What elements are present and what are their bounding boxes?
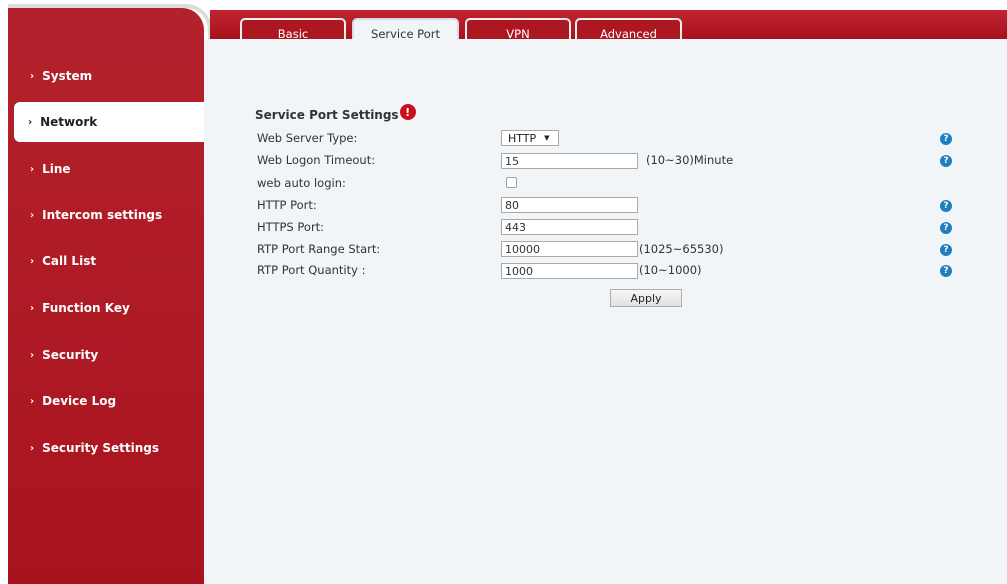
sidebar-item-label: Intercom settings	[42, 208, 163, 222]
chevron-right-icon: ›	[30, 349, 35, 361]
sidebar-item-label: Call List	[42, 254, 97, 268]
rtp-port-quantity-label: RTP Port Quantity :	[257, 263, 366, 277]
rtp-port-range-start-label: RTP Port Range Start:	[257, 242, 381, 256]
top-tab-bar: Basic Service Port VPN Advanced	[210, 10, 1007, 48]
chevron-right-icon: ›	[30, 302, 35, 314]
help-icon[interactable]: ?	[940, 222, 952, 234]
chevron-right-icon: ›	[28, 116, 33, 128]
rtp-port-range-start-input[interactable]	[501, 241, 638, 257]
https-port-input[interactable]	[501, 219, 638, 235]
sidebar-item-function-key[interactable]: › Function Key	[8, 288, 204, 328]
chevron-right-icon: ›	[30, 395, 35, 407]
sidebar-item-network[interactable]: › Network	[14, 102, 210, 142]
web-server-type-label: Web Server Type:	[257, 131, 358, 145]
sidebar: › System › Network › Line › Intercom set…	[8, 8, 210, 584]
chevron-right-icon: ›	[30, 209, 35, 221]
sidebar-item-device-log[interactable]: › Device Log	[8, 381, 204, 421]
help-icon[interactable]: ?	[940, 200, 952, 212]
sidebar-item-label: Device Log	[42, 394, 117, 408]
help-icon[interactable]: ?	[940, 244, 952, 256]
chevron-right-icon: ›	[30, 442, 35, 454]
sidebar-item-call-list[interactable]: › Call List	[8, 241, 204, 281]
web-auto-login-label: web auto login:	[257, 176, 346, 190]
sidebar-item-label: System	[42, 69, 93, 83]
chevron-right-icon: ›	[30, 255, 35, 267]
sidebar-item-label: Line	[42, 162, 71, 176]
rtp-port-quantity-hint: (10~1000)	[639, 263, 702, 277]
rtp-port-quantity-input[interactable]	[501, 263, 638, 279]
help-icon[interactable]: ?	[940, 155, 952, 167]
apply-button[interactable]: Apply	[610, 289, 682, 307]
section-title-text: Service Port Settings	[255, 108, 399, 122]
help-icon[interactable]: ?	[940, 133, 952, 145]
web-auto-login-checkbox[interactable]	[506, 177, 517, 188]
help-icon[interactable]: ?	[940, 265, 952, 277]
sidebar-item-label: Function Key	[42, 301, 130, 315]
chevron-right-icon: ›	[30, 163, 35, 175]
chevron-right-icon: ›	[30, 70, 35, 82]
section-title: Service Port Settings !	[255, 104, 416, 122]
sidebar-item-label: Network	[40, 115, 98, 129]
sidebar-item-intercom-settings[interactable]: › Intercom settings	[8, 195, 204, 235]
http-port-input[interactable]	[501, 197, 638, 213]
warning-icon: !	[399, 104, 416, 120]
sidebar-item-system[interactable]: › System	[8, 56, 204, 96]
web-logon-timeout-hint: (10~30)Minute	[646, 153, 734, 167]
dropdown-arrow-icon: ▼	[544, 134, 550, 142]
web-server-type-value: HTTP	[508, 131, 537, 145]
sidebar-item-security[interactable]: › Security	[8, 335, 204, 375]
sidebar-item-label: Security	[42, 348, 99, 362]
sidebar-item-line[interactable]: › Line	[8, 149, 204, 189]
web-logon-timeout-label: Web Logon Timeout:	[257, 153, 376, 167]
http-port-label: HTTP Port:	[257, 198, 317, 212]
web-logon-timeout-input[interactable]	[501, 153, 638, 169]
sidebar-item-security-settings[interactable]: › Security Settings	[8, 428, 204, 468]
sidebar-item-label: Security Settings	[42, 441, 159, 455]
rtp-port-range-start-hint: (1025~65530)	[639, 242, 724, 256]
web-server-type-select[interactable]: HTTP ▼	[501, 130, 559, 146]
https-port-label: HTTPS Port:	[257, 220, 325, 234]
